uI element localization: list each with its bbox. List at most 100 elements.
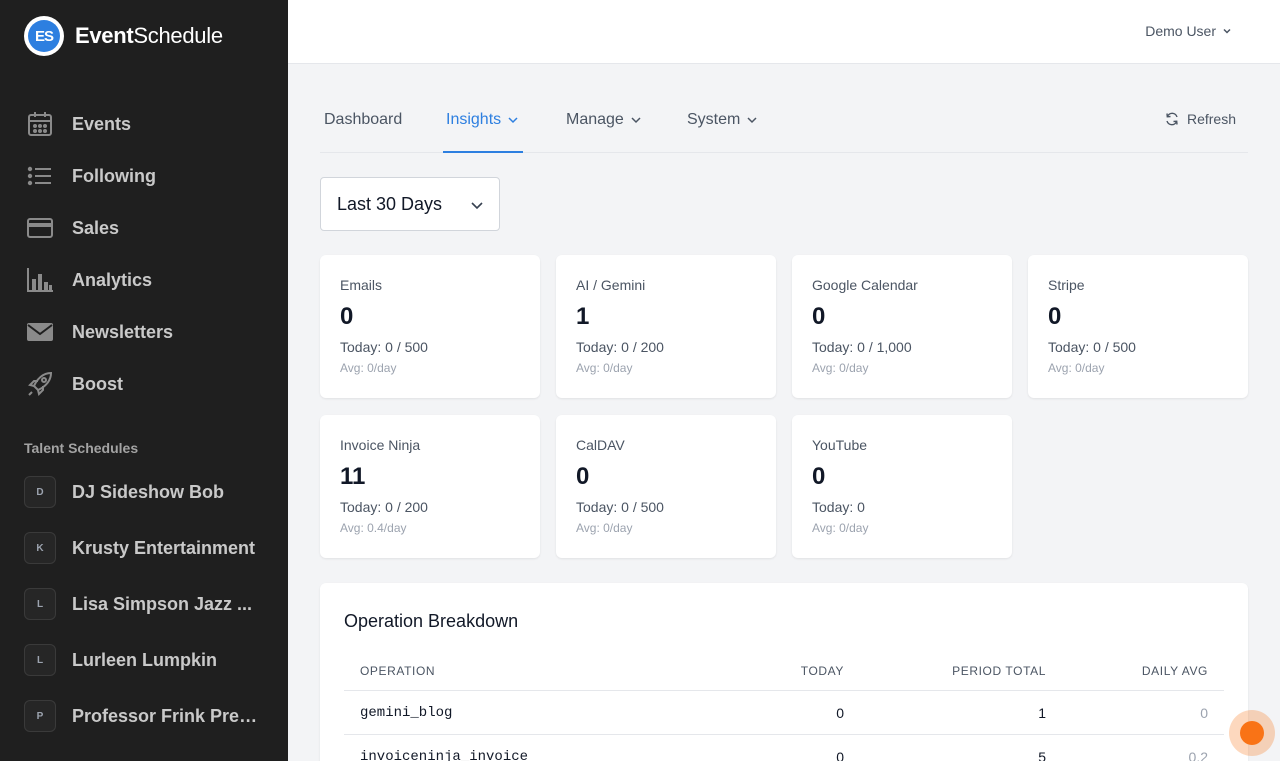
table-row: invoiceninja_invoice 0 5 0.2	[344, 735, 1224, 761]
chevron-down-icon	[747, 117, 757, 124]
tab-insights[interactable]: Insights	[443, 98, 524, 153]
card-title: YouTube	[812, 437, 868, 453]
card-title: AI / Gemini	[576, 277, 646, 293]
chevron-down-icon	[631, 117, 641, 124]
talent-avatar: P	[24, 700, 56, 732]
period-total: 1	[1038, 705, 1046, 721]
credit-card-icon	[26, 214, 54, 242]
calendar-icon	[26, 110, 54, 138]
sidebar-item-following[interactable]: Following	[0, 150, 288, 202]
brand-name-rest: Schedule	[133, 23, 223, 48]
usage-card-ai-gemini: AI / Gemini 1 Today: 0 / 200 Avg: 0/day	[556, 255, 776, 398]
list-icon	[26, 162, 54, 190]
card-today: Today: 0	[812, 499, 865, 515]
card-today: Today: 0 / 1,000	[812, 339, 912, 355]
refresh-label: Refresh	[1186, 111, 1236, 127]
talent-label: Lurleen Lumpkin	[72, 649, 218, 670]
sidebar-item-analytics[interactable]: Analytics	[0, 254, 288, 306]
tab-dashboard[interactable]: Dashboard	[324, 98, 402, 153]
card-title: Emails	[340, 277, 383, 293]
sidebar-item-label: Newsletters	[72, 321, 174, 342]
operation-name: invoiceninja_invoice	[360, 749, 529, 761]
tab-bar: Dashboard Insights Manage System Refresh	[320, 98, 1248, 153]
sidebar-item-events[interactable]: Events	[0, 98, 288, 150]
tab-label: Manage	[566, 111, 624, 128]
talent-label: DJ Sideshow Bob	[72, 481, 225, 502]
brand-name: EventSchedule	[75, 23, 223, 49]
sidebar-item-newsletters[interactable]: Newsletters	[0, 306, 288, 358]
card-avg: Avg: 0/day	[340, 361, 397, 375]
card-value: 11	[340, 463, 366, 490]
talent-item[interactable]: L Lisa Simpson Jazz ...	[0, 576, 288, 632]
talent-item[interactable]: K Krusty Entertainment	[0, 520, 288, 576]
tab-manage[interactable]: Manage	[566, 98, 642, 153]
card-today: Today: 0 / 500	[576, 499, 664, 515]
column-header-daily-avg: Daily Avg	[1141, 664, 1208, 678]
daily-avg: 0.2	[1188, 749, 1208, 761]
sidebar: ES EventSchedule Events Following Sales	[0, 0, 288, 761]
operation-breakdown-panel: Operation Breakdown Operation Today Peri…	[320, 583, 1248, 761]
card-value: 0	[340, 303, 354, 330]
brand[interactable]: ES EventSchedule	[24, 16, 223, 56]
card-title: Google Calendar	[812, 277, 918, 293]
bar-chart-icon	[26, 266, 54, 294]
sidebar-item-label: Analytics	[72, 269, 153, 290]
column-header-period-total: Period Total	[952, 664, 1046, 678]
card-avg: Avg: 0.4/day	[340, 521, 407, 535]
period-select[interactable]: Last 30 Days	[320, 177, 500, 231]
card-avg: Avg: 0/day	[576, 361, 633, 375]
talent-label: Lisa Simpson Jazz ...	[72, 593, 253, 614]
card-avg: Avg: 0/day	[1048, 361, 1105, 375]
chevron-down-icon	[471, 202, 483, 210]
usage-card-youtube: YouTube 0 Today: 0 Avg: 0/day	[792, 415, 1012, 558]
card-avg: Avg: 0/day	[812, 361, 869, 375]
daily-avg: 0	[1200, 705, 1208, 721]
usage-card-emails: Emails 0 Today: 0 / 500 Avg: 0/day	[320, 255, 540, 398]
chevron-down-icon	[1223, 28, 1231, 34]
card-title: Invoice Ninja	[340, 437, 421, 453]
card-value: 0	[812, 463, 826, 490]
tab-system[interactable]: System	[687, 98, 758, 153]
brand-name-bold: Event	[75, 23, 134, 48]
card-value: 0	[812, 303, 826, 330]
floating-action-button[interactable]	[1229, 710, 1275, 756]
card-value: 1	[576, 303, 590, 330]
user-menu-button[interactable]: Demo User	[1145, 23, 1232, 39]
talent-label: Professor Frink Pres...	[72, 705, 262, 726]
usage-card-caldav: CalDAV 0 Today: 0 / 500 Avg: 0/day	[556, 415, 776, 558]
today-count: 0	[836, 705, 844, 721]
table-row: gemini_blog 0 1 0	[344, 691, 1224, 735]
usage-card-stripe: Stripe 0 Today: 0 / 500 Avg: 0/day	[1028, 255, 1248, 398]
tab-label: Dashboard	[324, 111, 403, 128]
breakdown-title: Operation Breakdown	[344, 611, 519, 631]
card-today: Today: 0 / 200	[576, 339, 664, 355]
column-header-today: Today	[800, 664, 844, 678]
sidebar-item-label: Boost	[72, 373, 123, 394]
talent-schedules-list: D DJ Sideshow Bob K Krusty Entertainment…	[0, 464, 288, 744]
period-select-value: Last 30 Days	[337, 193, 443, 214]
tab-label: Insights	[446, 111, 502, 128]
talent-avatar: D	[24, 476, 56, 508]
talent-item[interactable]: D DJ Sideshow Bob	[0, 464, 288, 520]
sidebar-item-boost[interactable]: Boost	[0, 358, 288, 410]
card-today: Today: 0 / 500	[340, 339, 428, 355]
talent-avatar: K	[24, 532, 56, 564]
breakdown-table: Operation Today Period Total Daily Avg g…	[344, 647, 1224, 761]
usage-card-google-calendar: Google Calendar 0 Today: 0 / 1,000 Avg: …	[792, 255, 1012, 398]
card-today: Today: 0 / 200	[340, 499, 428, 515]
brand-logo: ES	[24, 16, 64, 56]
card-avg: Avg: 0/day	[576, 521, 633, 535]
tab-label: System	[687, 111, 741, 128]
top-bar: Demo User	[288, 0, 1280, 64]
sidebar-item-sales[interactable]: Sales	[0, 202, 288, 254]
operation-name: gemini_blog	[360, 705, 453, 721]
today-count: 0	[836, 749, 844, 761]
card-today: Today: 0 / 500	[1048, 339, 1136, 355]
talent-item[interactable]: L Lurleen Lumpkin	[0, 632, 288, 688]
talent-label: Krusty Entertainment	[72, 537, 256, 558]
card-avg: Avg: 0/day	[812, 521, 869, 535]
fab-dot-icon	[1240, 721, 1264, 745]
refresh-button[interactable]: Refresh	[1165, 111, 1236, 127]
refresh-icon	[1166, 112, 1178, 126]
talent-item[interactable]: P Professor Frink Pres...	[0, 688, 288, 744]
